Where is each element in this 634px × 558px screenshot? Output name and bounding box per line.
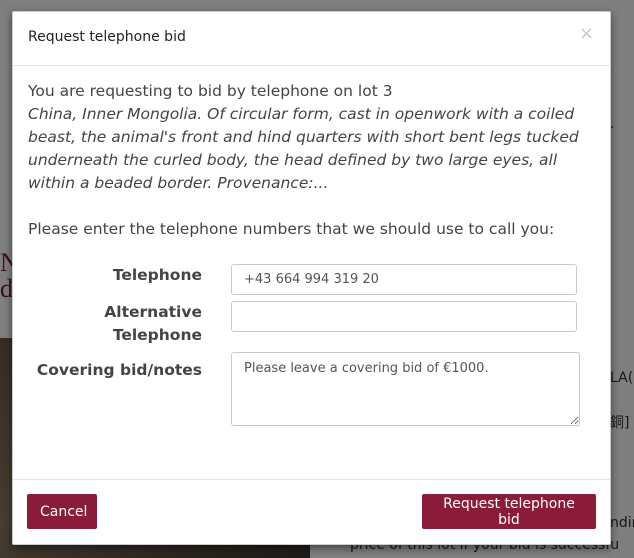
modal-footer: Cancel Request telephone bid (13, 479, 610, 544)
lot-description: China, Inner Mongolia. Of circular form,… (28, 105, 579, 192)
close-icon[interactable]: × (579, 25, 594, 43)
alt-telephone-label-line: Telephone (112, 326, 202, 344)
lot-intro-text: You are requesting to bid by telephone o… (28, 82, 393, 100)
notes-label: Covering bid/notes (36, 361, 202, 379)
request-telephone-bid-button[interactable]: Request telephone bid (422, 494, 596, 529)
alt-telephone-input[interactable] (231, 301, 577, 332)
alt-telephone-label: Alternative Telephone (28, 301, 202, 347)
phone-prompt-text: Please enter the telephone numbers that … (28, 220, 555, 238)
modal-body: You are requesting to bid by telephone o… (28, 80, 596, 241)
modal-title: Request telephone bid (28, 29, 186, 45)
telephone-input[interactable] (231, 264, 577, 295)
telephone-bid-modal: Request telephone bid × You are requesti… (12, 11, 611, 545)
modal-header: Request telephone bid × (13, 12, 610, 66)
covering-bid-textarea[interactable]: Please leave a covering bid of €1000. (231, 352, 580, 426)
alt-telephone-label-line: Alternative (104, 303, 202, 321)
telephone-label: Telephone (112, 266, 202, 284)
cancel-button[interactable]: Cancel (27, 494, 97, 529)
